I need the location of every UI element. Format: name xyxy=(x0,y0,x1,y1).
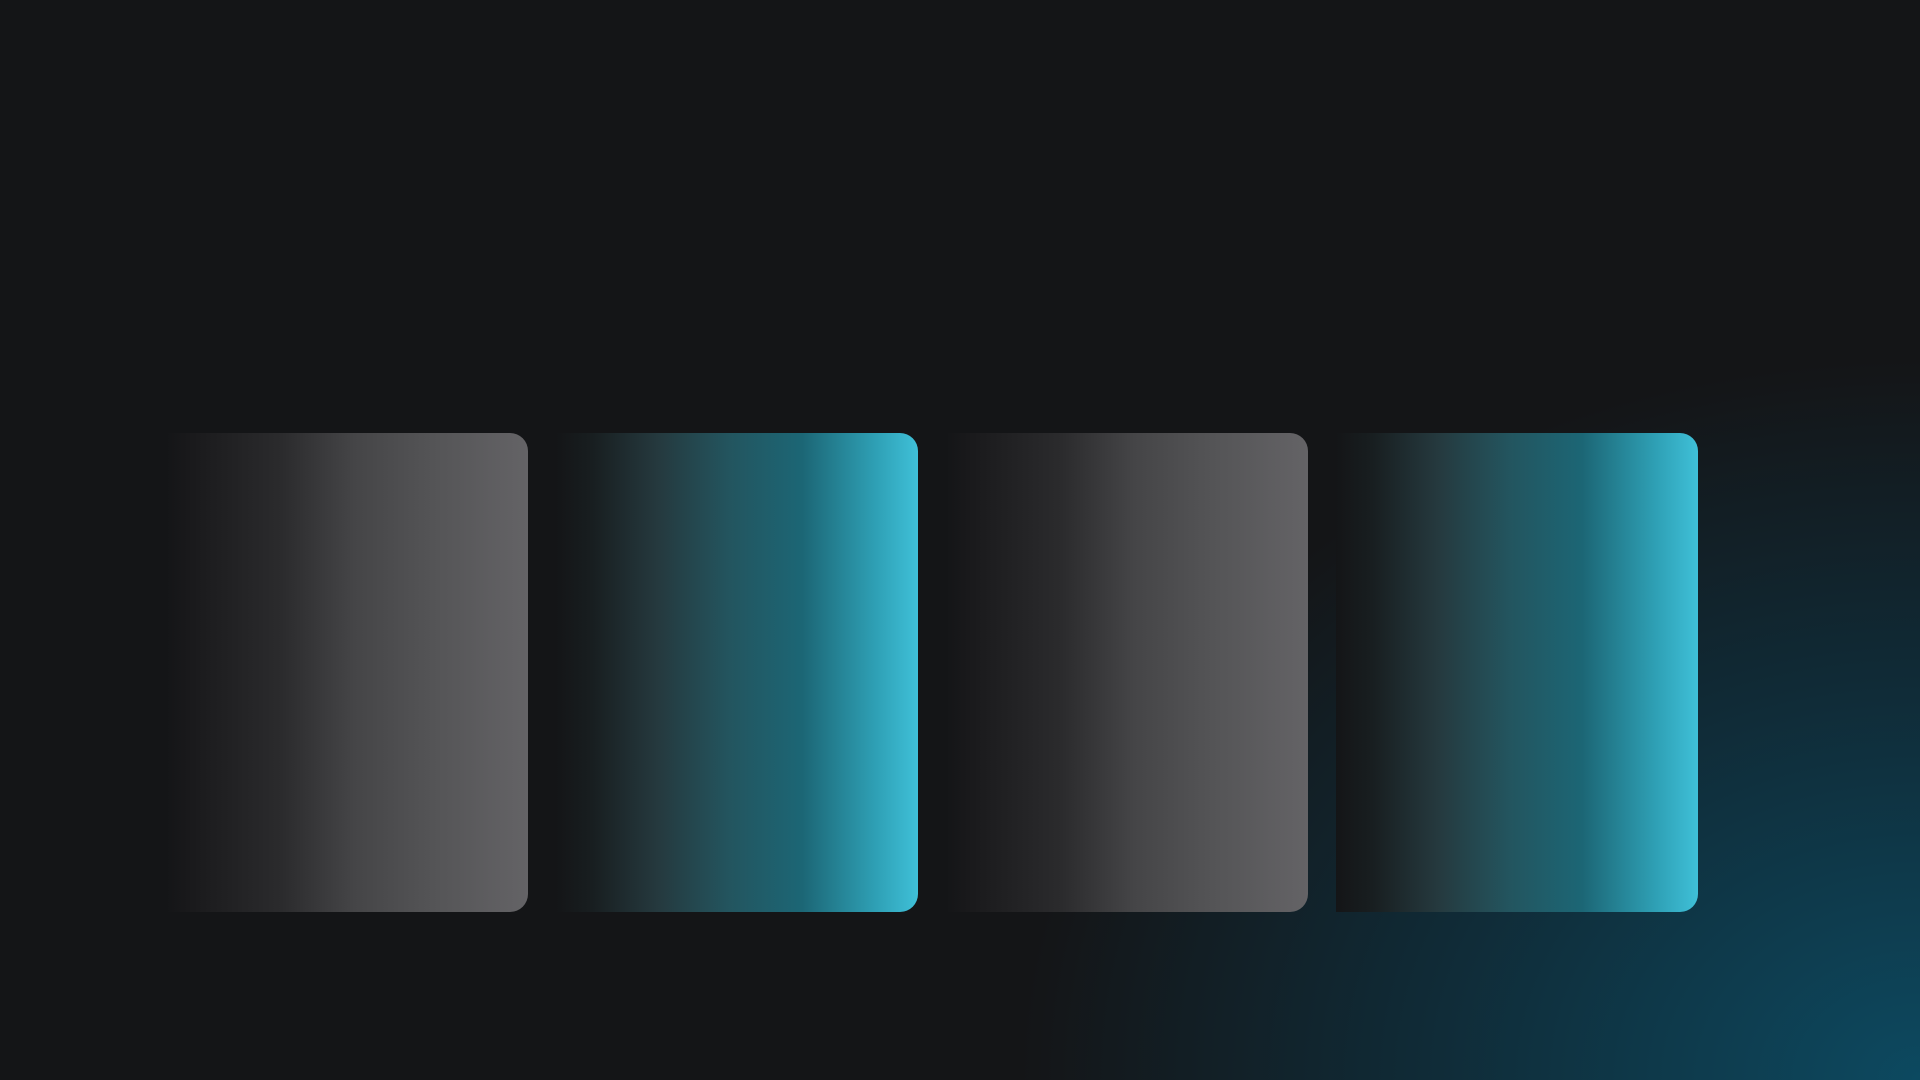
panel-row xyxy=(166,433,1698,912)
gradient-panel-3 xyxy=(946,433,1308,912)
gradient-panel-2 xyxy=(556,433,918,912)
gradient-panel-1 xyxy=(166,433,528,912)
gradient-panel-4 xyxy=(1336,433,1698,912)
page: { "background": { "base_color": "#141517… xyxy=(0,0,1920,1080)
